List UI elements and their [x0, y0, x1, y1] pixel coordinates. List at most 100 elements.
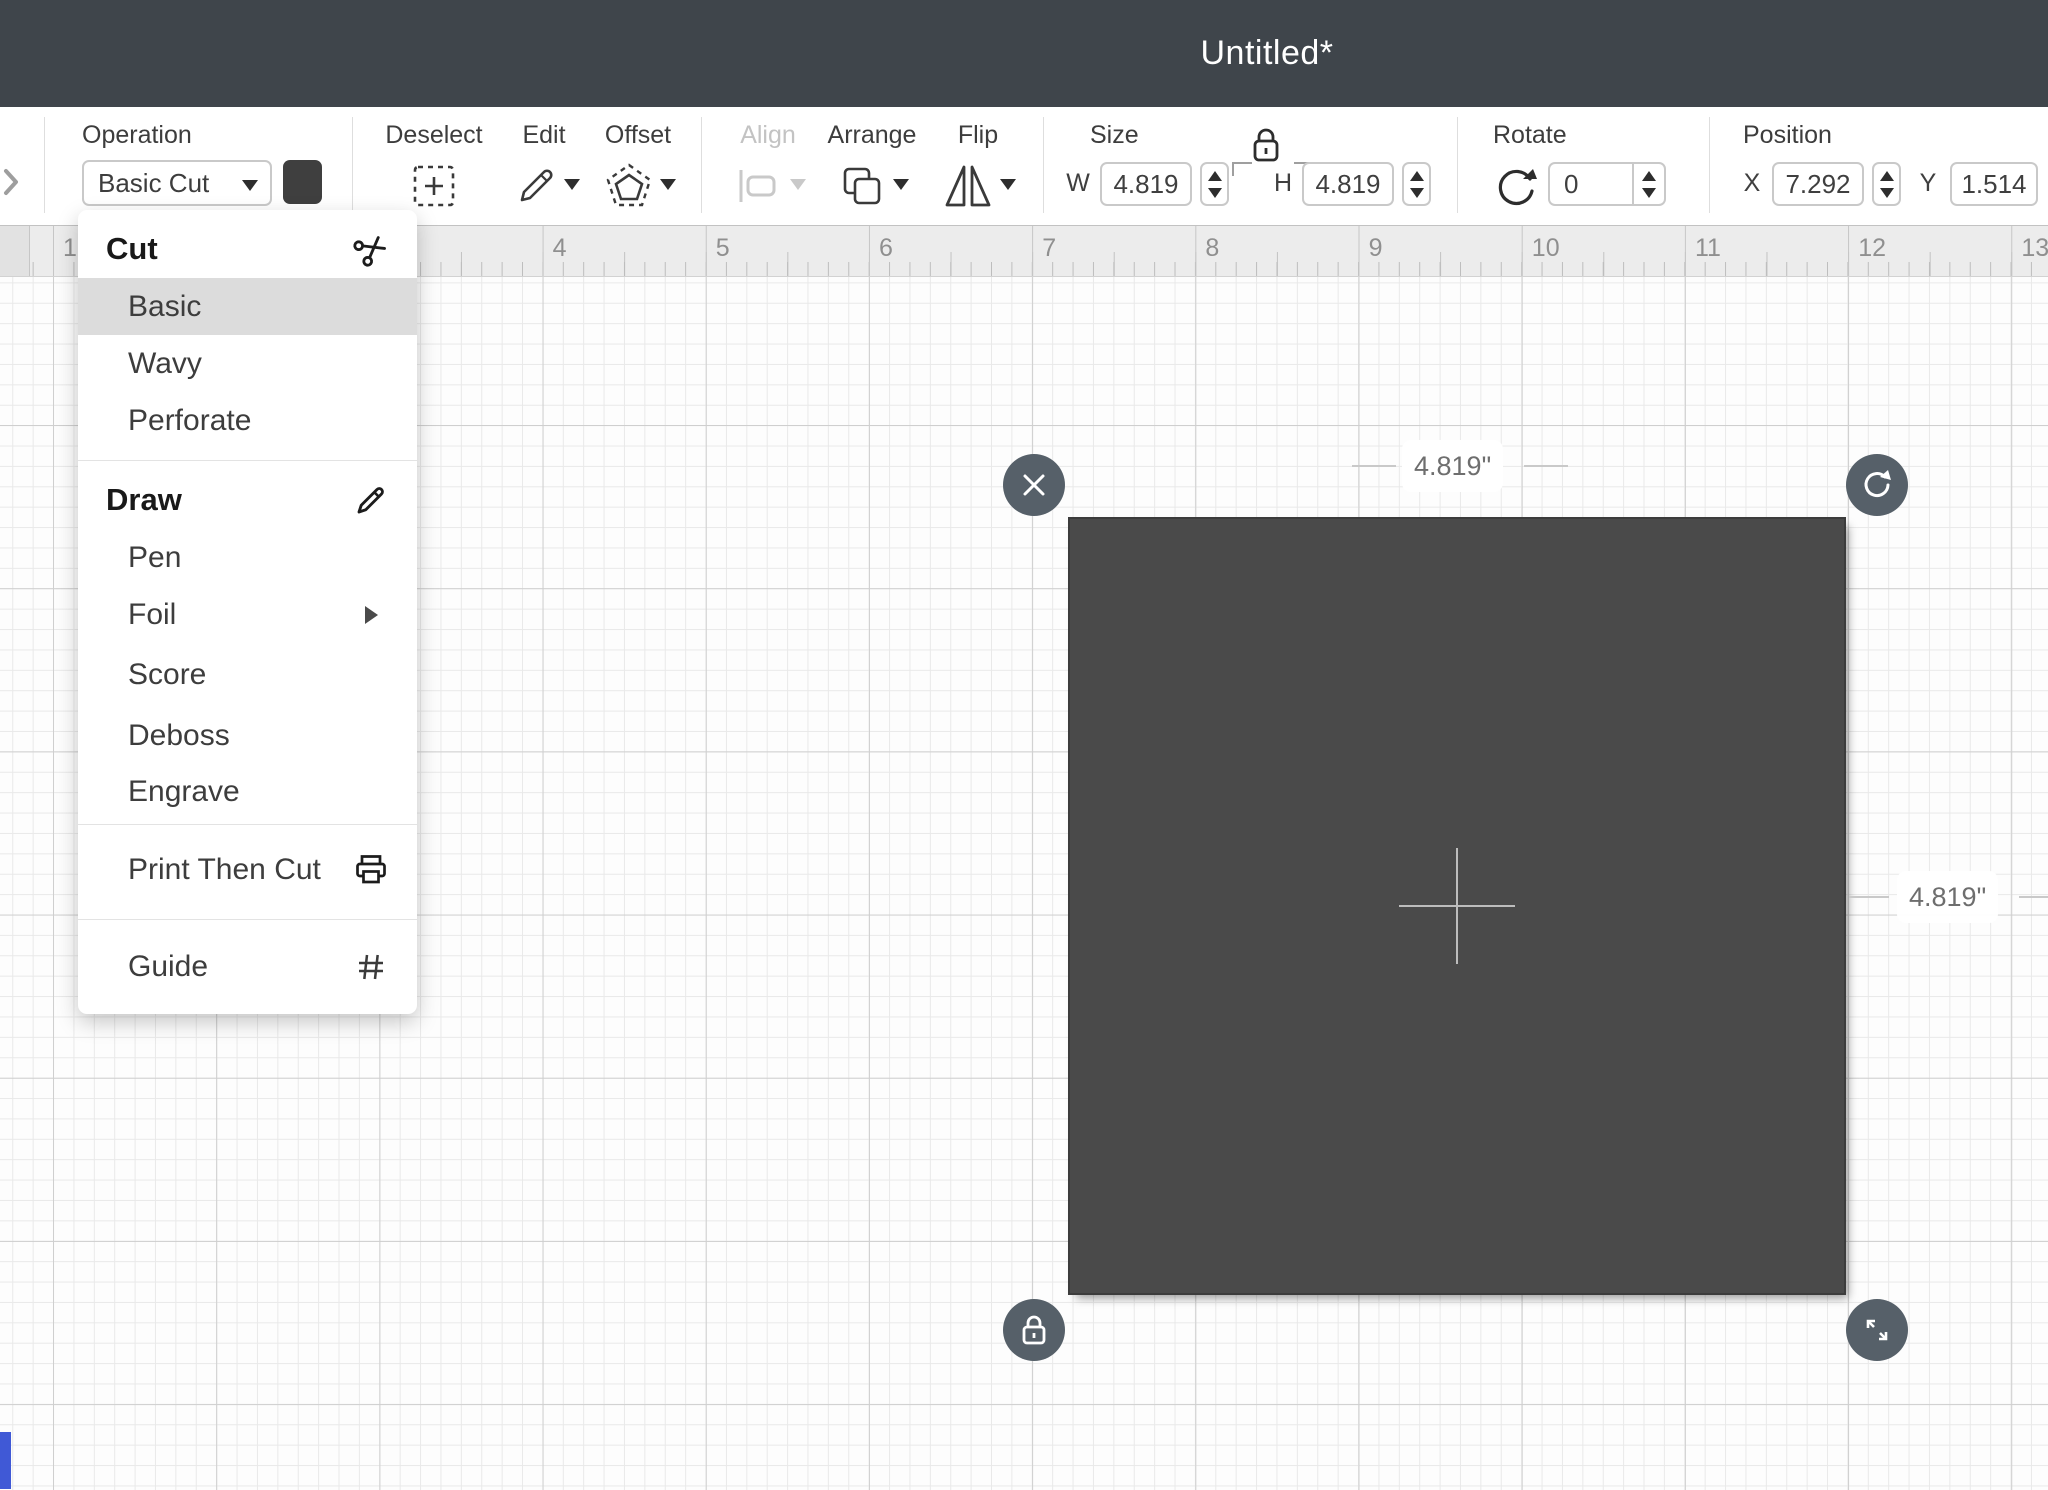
width-letter: W — [1066, 169, 1090, 198]
crosshair-icon — [1456, 848, 1458, 964]
width-dimension-badge: 4.819" — [1402, 440, 1503, 492]
guide-icon — [351, 951, 391, 983]
ruler-number-9: 9 — [1369, 234, 1383, 263]
width-stepper[interactable] — [1200, 162, 1229, 206]
operation-dropdown-menu: Cut Basic Wavy Perforate Draw Pen Foil ScoreDeb… — [78, 210, 417, 1014]
title-bar: Untitled* — [0, 0, 2048, 107]
chevron-down-icon[interactable] — [1000, 179, 1016, 190]
menu-label: Draw — [106, 482, 182, 518]
width-input[interactable]: 4.819 — [1100, 162, 1192, 206]
menu-item-guide[interactable]: Guide — [78, 928, 417, 1006]
rotate-label: Rotate — [1493, 121, 1567, 150]
menu-divider — [78, 910, 417, 928]
menu-label: Engrave — [128, 775, 240, 809]
measure-line — [1849, 896, 1889, 898]
rotate-input[interactable]: 0 — [1548, 162, 1666, 206]
submenu-arrow-icon — [351, 604, 391, 626]
document-title: Untitled* — [1200, 34, 1333, 73]
height-input[interactable]: 4.819 — [1302, 162, 1394, 206]
x-letter: X — [1744, 169, 1761, 198]
flip-button[interactable] — [944, 162, 992, 210]
rotate-value: 0 — [1564, 169, 1578, 200]
divider — [1457, 117, 1458, 213]
rotate-stepper[interactable] — [1632, 164, 1664, 204]
panel-expand-chevron-icon[interactable] — [0, 165, 22, 199]
menu-label: Foil — [128, 598, 176, 632]
operation-label: Operation — [82, 121, 192, 150]
edit-button[interactable] — [512, 162, 560, 210]
menu-label: Guide — [128, 950, 208, 984]
rotate-button[interactable] — [1492, 162, 1540, 210]
step-down-icon — [1410, 188, 1424, 198]
menu-item-basic[interactable]: Basic — [78, 278, 417, 335]
deselect-icon — [412, 164, 456, 208]
deselect-button[interactable] — [410, 162, 458, 210]
menu-header-draw[interactable]: Draw — [78, 471, 417, 529]
chevron-down-icon — [242, 180, 258, 191]
arrange-icon — [839, 163, 885, 209]
blue-corner-indicator — [0, 1432, 11, 1489]
color-swatch[interactable] — [283, 160, 322, 204]
chevron-down-icon[interactable] — [660, 179, 676, 190]
menu-item-print-then-cut[interactable]: Print Then Cut — [78, 830, 417, 910]
menu-label: Print Then Cut — [128, 853, 321, 887]
rotate-icon — [1493, 163, 1539, 209]
menu-item-engrave[interactable]: Engrave — [78, 766, 417, 818]
menu-item-score[interactable]: Score — [78, 644, 417, 706]
rotate-handle-icon — [1860, 468, 1894, 502]
height-stepper[interactable] — [1402, 162, 1431, 206]
menu-label: Basic — [128, 290, 201, 324]
ruler-number-13: 13 — [2021, 234, 2048, 263]
close-icon — [1017, 468, 1051, 502]
position-x-input[interactable]: 7.292 — [1772, 162, 1864, 206]
chevron-down-icon[interactable] — [564, 179, 580, 190]
menu-item-foil[interactable]: Foil — [78, 586, 417, 644]
ruler-number-1: 1 — [63, 234, 77, 263]
arrange-label: Arrange — [828, 121, 917, 150]
resize-handle[interactable] — [1846, 1299, 1908, 1361]
offset-pentagon-icon — [605, 162, 653, 210]
menu-label: Perforate — [128, 404, 251, 438]
lock-handle[interactable] — [1003, 1299, 1065, 1361]
ruler-number-5: 5 — [716, 234, 730, 263]
menu-item-pen[interactable]: Pen — [78, 529, 417, 586]
flip-label: Flip — [958, 121, 998, 150]
menu-header-cut[interactable]: Cut — [78, 220, 417, 278]
ruler-number-4: 4 — [553, 234, 567, 263]
app-window: Untitled* Operation Basic Cut Deselect — [0, 0, 2048, 1490]
measure-line — [2019, 896, 2048, 898]
chevron-down-icon — [790, 179, 806, 190]
menu-item-deboss[interactable]: Deboss — [78, 706, 417, 766]
step-up-icon — [1410, 171, 1424, 181]
ruler-number-12: 12 — [1858, 234, 1886, 263]
menu-label: Wavy — [128, 347, 202, 381]
rotate-handle[interactable] — [1846, 454, 1908, 516]
delete-handle[interactable] — [1003, 454, 1065, 516]
measure-line — [1524, 465, 1568, 467]
ruler-number-8: 8 — [1205, 234, 1219, 263]
arrange-button[interactable] — [838, 162, 886, 210]
ruler-number-6: 6 — [879, 234, 893, 263]
menu-divider — [78, 449, 417, 471]
menu-item-wavy[interactable]: Wavy — [78, 335, 417, 392]
position-y-input[interactable]: 1.514 — [1950, 162, 2038, 206]
pencil-icon — [513, 163, 559, 209]
step-up-icon — [1642, 171, 1656, 181]
printer-icon — [351, 852, 391, 888]
menu-item-perforate[interactable]: Perforate — [78, 392, 417, 449]
scissors-icon — [351, 231, 391, 267]
chevron-down-icon[interactable] — [893, 179, 909, 190]
flip-icon — [944, 163, 992, 209]
height-dimension-badge: 4.819" — [1897, 871, 1998, 923]
menu-label: Pen — [128, 541, 181, 575]
offset-button[interactable] — [605, 162, 653, 210]
operation-select[interactable]: Basic Cut — [82, 160, 272, 206]
divider — [352, 117, 353, 213]
step-down-icon — [1642, 188, 1656, 198]
deselect-label: Deselect — [385, 121, 482, 150]
position-x-stepper[interactable] — [1872, 162, 1901, 206]
measure-line — [1352, 465, 1396, 467]
size-lock-button[interactable] — [1248, 124, 1298, 168]
position-label: Position — [1743, 121, 1832, 150]
height-letter: H — [1274, 169, 1292, 198]
